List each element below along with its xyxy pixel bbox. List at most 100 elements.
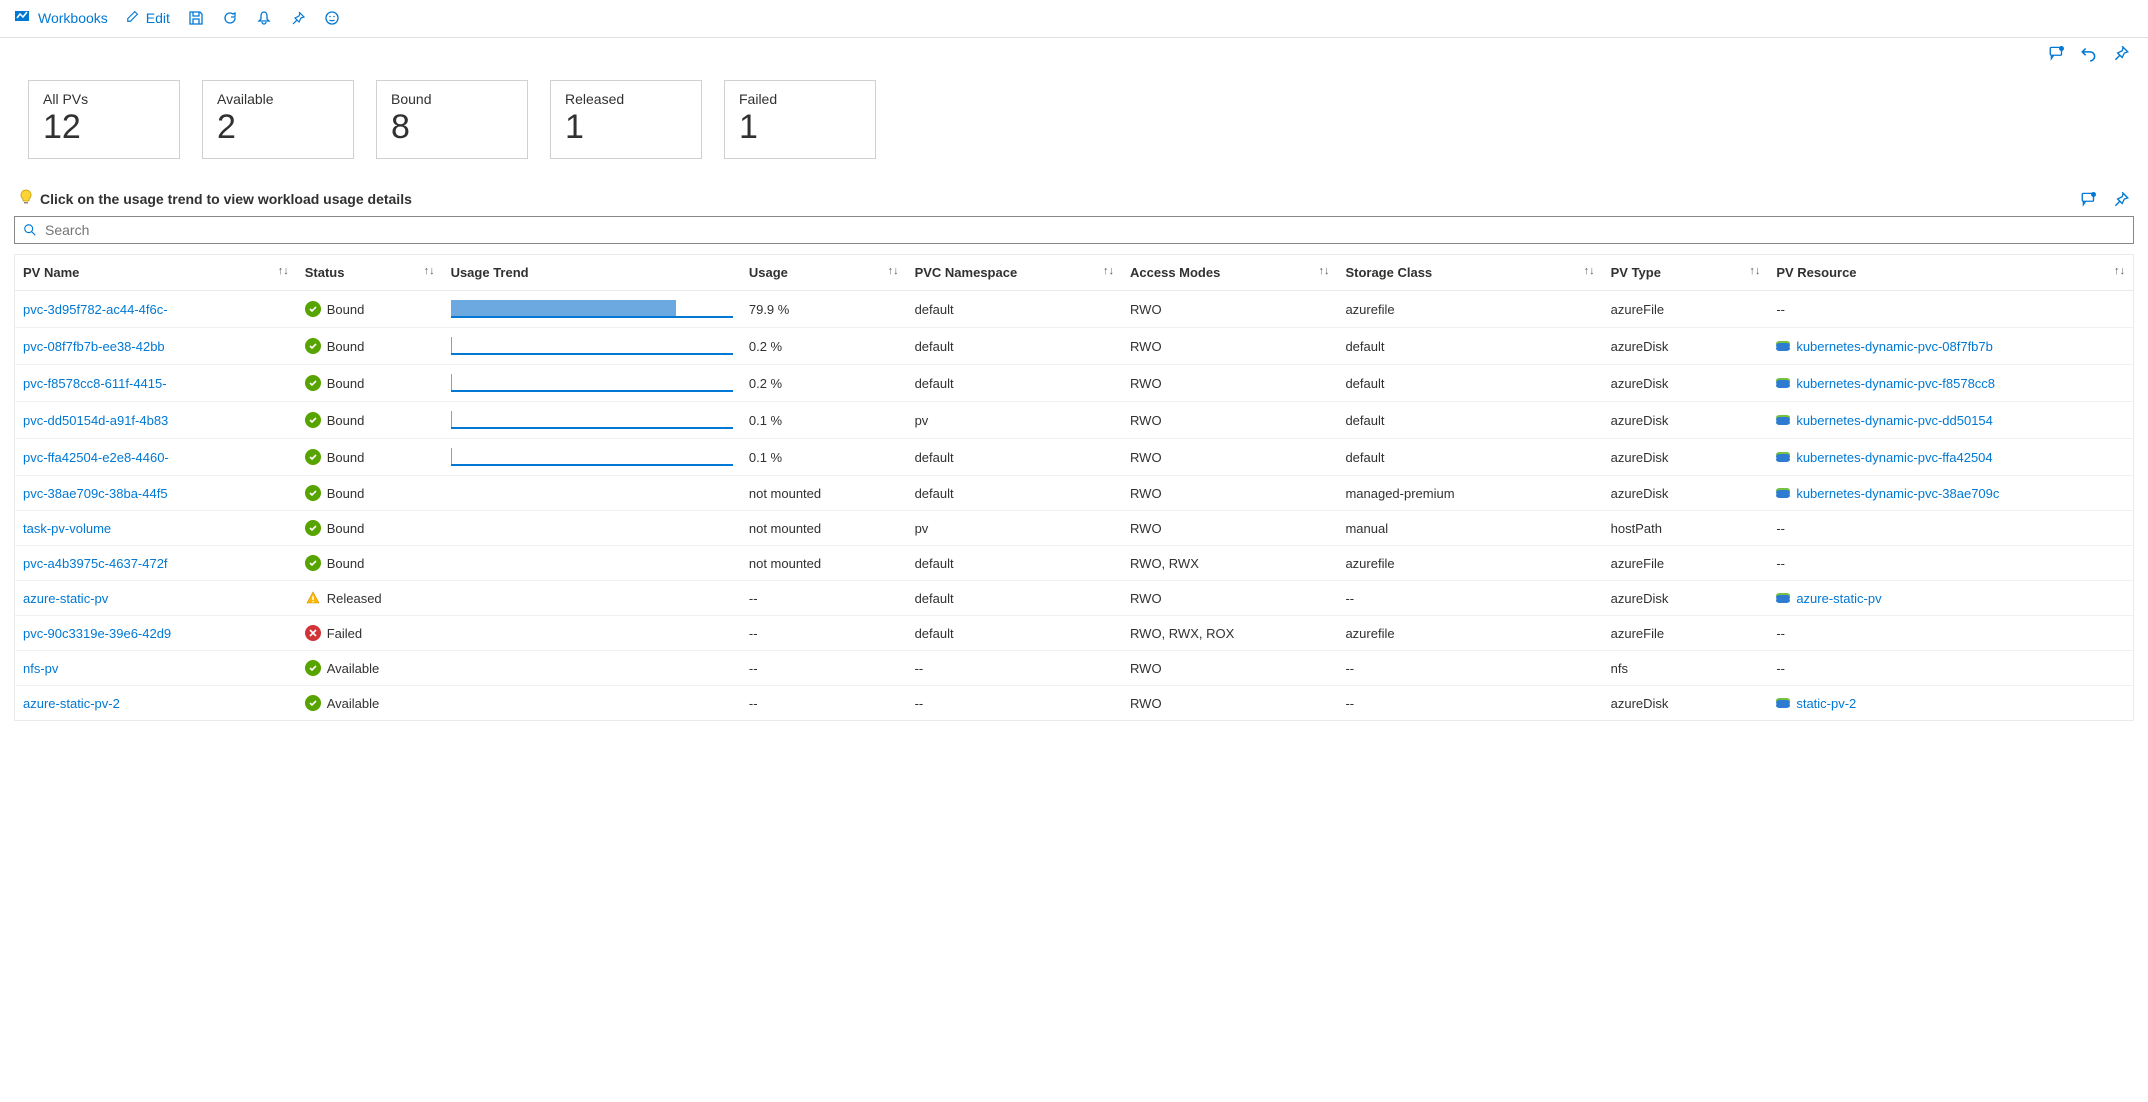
status-text: Released <box>327 591 382 606</box>
pin-icon[interactable] <box>290 10 306 26</box>
pv-name-link[interactable]: pvc-f8578cc8-611f-4415- <box>23 376 167 391</box>
feedback-icon[interactable] <box>324 10 340 26</box>
namespace-text: pv <box>907 402 1122 439</box>
tile-failed[interactable]: Failed 1 <box>724 80 876 159</box>
pencil-icon <box>126 9 140 26</box>
usage-trend-bar[interactable] <box>451 411 733 429</box>
pv-name-link[interactable]: azure-static-pv-2 <box>23 696 120 711</box>
alert-icon[interactable] <box>256 10 272 26</box>
status-err-icon <box>305 625 321 641</box>
usage-trend-bar[interactable] <box>451 337 733 355</box>
usage-text: not mounted <box>741 476 907 511</box>
search-icon <box>23 223 37 237</box>
usage-trend-bar[interactable] <box>451 300 733 318</box>
pv-name-link[interactable]: pvc-90c3319e-39e6-42d9 <box>23 626 171 641</box>
pv-name-link[interactable]: pvc-dd50154d-a91f-4b83 <box>23 413 168 428</box>
table-row: task-pv-volumeBoundnot mountedpvRWOmanua… <box>15 511 2133 546</box>
usage-trend-bar[interactable] <box>451 374 733 392</box>
status-ok-icon <box>305 695 321 711</box>
sort-icon: ↑↓ <box>1584 265 1595 277</box>
col-header-pv-type[interactable]: PV Type↑↓ <box>1603 255 1769 291</box>
pv-name-link[interactable]: nfs-pv <box>23 661 58 676</box>
namespace-text: default <box>907 328 1122 365</box>
access-modes-text: RWO <box>1122 402 1337 439</box>
usage-trend-bar[interactable] <box>451 448 733 466</box>
sort-icon: ↑↓ <box>888 265 899 277</box>
tile-all-pvs[interactable]: All PVs 12 <box>28 80 180 159</box>
search-input[interactable] <box>43 221 2125 239</box>
pv-resource-link[interactable]: azure-static-pv <box>1796 591 1881 606</box>
refresh-icon[interactable] <box>222 10 238 26</box>
col-header-storage-class[interactable]: Storage Class↑↓ <box>1337 255 1602 291</box>
col-header-usage[interactable]: Usage↑↓ <box>741 255 907 291</box>
sort-icon: ↑↓ <box>2114 265 2125 277</box>
access-modes-text: RWO <box>1122 581 1337 616</box>
col-header-pv-name[interactable]: PV Name↑↓ <box>15 255 297 291</box>
pv-resource-link[interactable]: kubernetes-dynamic-pvc-ffa42504 <box>1796 450 1992 465</box>
pv-name-link[interactable]: pvc-38ae709c-38ba-44f5 <box>23 486 168 501</box>
pv-type-text: azureDisk <box>1603 402 1769 439</box>
pv-name-link[interactable]: task-pv-volume <box>23 521 111 536</box>
storage-class-text: default <box>1337 439 1602 476</box>
top-toolbar: Workbooks Edit <box>0 0 2148 38</box>
pv-type-text: azureFile <box>1603 616 1769 651</box>
sort-icon: ↑↓ <box>1318 265 1329 277</box>
pv-resource-link[interactable]: kubernetes-dynamic-pvc-38ae709c <box>1796 486 1999 501</box>
tile-value: 1 <box>565 109 687 146</box>
hint-text: Click on the usage trend to view workloa… <box>40 191 412 207</box>
pv-name-link[interactable]: pvc-ffa42504-e2e8-4460- <box>23 450 169 465</box>
status-text: Bound <box>327 376 365 391</box>
comment-icon[interactable] <box>2048 44 2066 62</box>
tile-label: Failed <box>739 91 861 107</box>
pv-name-link[interactable]: pvc-3d95f782-ac44-4f6c- <box>23 302 168 317</box>
access-modes-text: RWO <box>1122 686 1337 721</box>
tile-label: Released <box>565 91 687 107</box>
edit-button[interactable]: Edit <box>126 9 170 26</box>
access-modes-text: RWO <box>1122 291 1337 328</box>
status-text: Available <box>327 661 380 676</box>
col-header-pv-resource[interactable]: PV Resource↑↓ <box>1768 255 2133 291</box>
tile-available[interactable]: Available 2 <box>202 80 354 159</box>
access-modes-text: RWO, RWX, ROX <box>1122 616 1337 651</box>
workbooks-icon <box>14 8 30 27</box>
namespace-text: default <box>907 291 1122 328</box>
col-header-usage-trend[interactable]: Usage Trend <box>443 255 741 291</box>
pin-page-icon[interactable] <box>2112 44 2130 62</box>
grid-comment-icon[interactable] <box>2080 190 2098 208</box>
table-row: pvc-08f7fb7b-ee38-42bbBound0.2 %defaultR… <box>15 328 2133 365</box>
tile-bound[interactable]: Bound 8 <box>376 80 528 159</box>
hint-row: Click on the usage trend to view workloa… <box>0 185 2148 216</box>
workbooks-brand[interactable]: Workbooks <box>14 8 108 27</box>
pv-name-link[interactable]: pvc-a4b3975c-4637-472f <box>23 556 168 571</box>
status-text: Bound <box>327 413 365 428</box>
table-row: azure-static-pv-2Available----RWO--azure… <box>15 686 2133 721</box>
status-text: Bound <box>327 556 365 571</box>
pv-name-link[interactable]: azure-static-pv <box>23 591 108 606</box>
storage-class-text: -- <box>1337 686 1602 721</box>
col-header-status[interactable]: Status↑↓ <box>297 255 443 291</box>
access-modes-text: RWO <box>1122 651 1337 686</box>
pv-name-link[interactable]: pvc-08f7fb7b-ee38-42bb <box>23 339 165 354</box>
storage-class-text: default <box>1337 402 1602 439</box>
pv-type-text: azureFile <box>1603 546 1769 581</box>
search-box[interactable] <box>14 216 2134 244</box>
save-icon[interactable] <box>188 10 204 26</box>
namespace-text: -- <box>907 651 1122 686</box>
usage-text: not mounted <box>741 511 907 546</box>
status-text: Bound <box>327 302 365 317</box>
pv-resource-link[interactable]: static-pv-2 <box>1796 696 1856 711</box>
table-row: pvc-38ae709c-38ba-44f5Boundnot mountedde… <box>15 476 2133 511</box>
usage-text: 79.9 % <box>741 291 907 328</box>
storage-class-text: default <box>1337 328 1602 365</box>
pv-resource-link[interactable]: kubernetes-dynamic-pvc-f8578cc8 <box>1796 376 1995 391</box>
table-row: nfs-pvAvailable----RWO--nfs-- <box>15 651 2133 686</box>
grid-pin-icon[interactable] <box>2112 190 2130 208</box>
tile-released[interactable]: Released 1 <box>550 80 702 159</box>
col-header-pvc-namespace[interactable]: PVC Namespace↑↓ <box>907 255 1122 291</box>
undo-icon[interactable] <box>2080 44 2098 62</box>
pv-resource-link[interactable]: kubernetes-dynamic-pvc-dd50154 <box>1796 413 1993 428</box>
tile-label: Available <box>217 91 339 107</box>
col-header-access-modes[interactable]: Access Modes↑↓ <box>1122 255 1337 291</box>
usage-text: not mounted <box>741 546 907 581</box>
pv-resource-link[interactable]: kubernetes-dynamic-pvc-08f7fb7b <box>1796 339 1993 354</box>
